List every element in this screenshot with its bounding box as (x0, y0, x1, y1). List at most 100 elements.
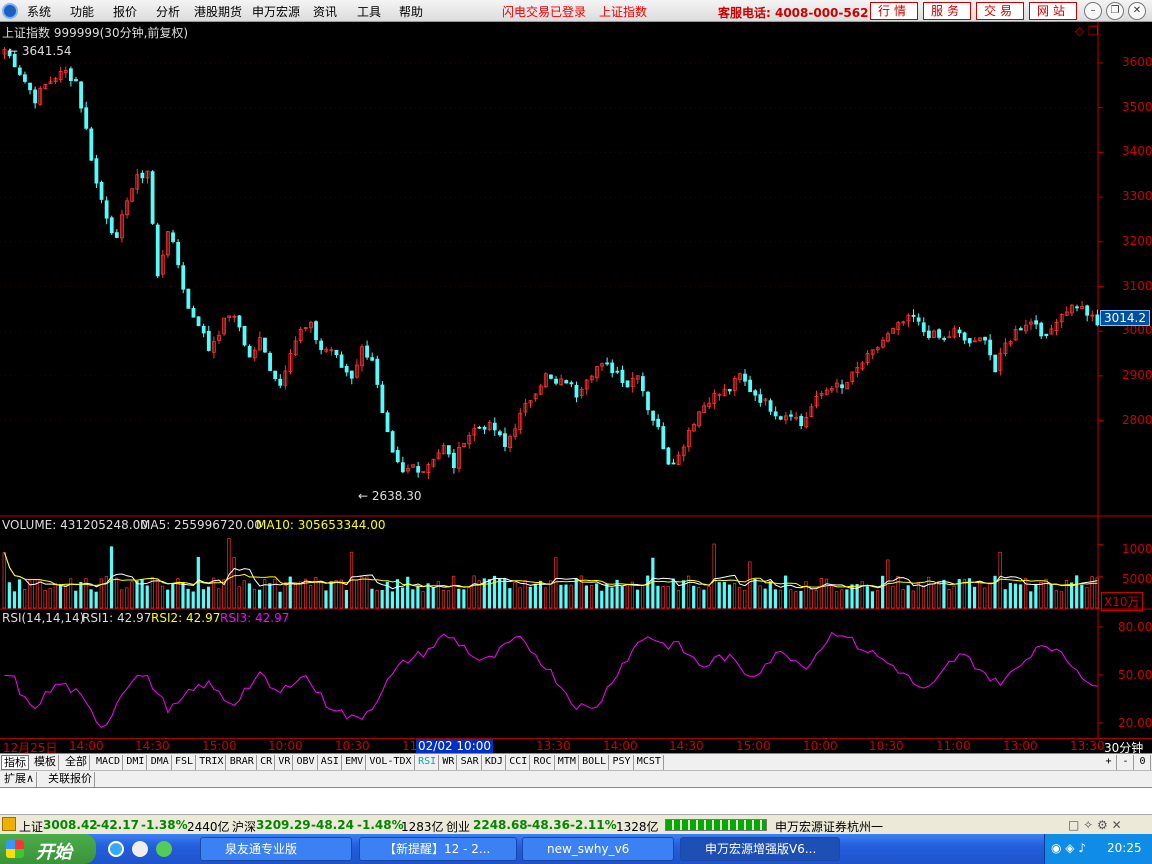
candle-body (911, 314, 916, 317)
sound-icon[interactable] (2, 817, 16, 831)
reset-pane-button[interactable]: 0 (1135, 755, 1151, 770)
volume-bar (983, 587, 987, 609)
indicator-tab-sar[interactable]: SAR (459, 755, 482, 770)
candle-body (1075, 306, 1079, 309)
candle-body (365, 345, 369, 358)
candle-body (620, 369, 625, 383)
candle-body (1085, 305, 1090, 316)
menu-quote[interactable]: 报价 (113, 3, 137, 20)
menu-help[interactable]: 帮助 (399, 3, 423, 20)
indicator-tab-vol-tdx[interactable]: VOL-TDX (367, 755, 415, 770)
trade-button[interactable]: 交易 (976, 2, 1024, 20)
menu-analysis[interactable]: 分析 (156, 3, 180, 20)
volume-bar (799, 590, 803, 609)
system-tray: ◉ ◈ ♪ 20:25 (1044, 834, 1152, 864)
indicator-tab-mtm[interactable]: MTM (556, 755, 579, 770)
app-icon[interactable] (156, 841, 172, 857)
expand-tab[interactable]: 扩展∧ (2, 772, 38, 787)
indicator-tab-psy[interactable]: PSY (611, 755, 634, 770)
sh-value: 3008.42 (43, 818, 98, 832)
volume-bar (120, 589, 124, 609)
time-label: 11:00 (936, 739, 971, 753)
minimize-icon[interactable]: – (1084, 2, 1102, 20)
volume-bar (978, 581, 982, 609)
indicator-tab-kdj[interactable]: KDJ (483, 755, 506, 770)
indicator-tab-fsl[interactable]: FSL (173, 755, 197, 770)
volume-bar (355, 579, 359, 609)
indicator-tab-指标[interactable]: 指标 (1, 755, 29, 770)
tray-icons[interactable]: ◉ ◈ ♪ (1051, 841, 1086, 855)
indicator-tab-macd[interactable]: MACD (94, 755, 124, 770)
website-button[interactable]: 网站 (1029, 2, 1077, 20)
indicator-tab-asi[interactable]: ASI (319, 755, 342, 770)
start-button[interactable]: 开始 (0, 834, 96, 864)
volume-bar (416, 585, 420, 609)
volume-bar (620, 586, 624, 609)
chart-canvas[interactable] (0, 22, 1152, 738)
menu-tools[interactable]: 工具 (357, 3, 381, 20)
indicator-tab-cci[interactable]: CCI (507, 755, 531, 770)
candle-body (926, 330, 931, 339)
indicator-tab-dma[interactable]: DMA (149, 755, 172, 770)
ie-icon[interactable] (108, 841, 124, 857)
volume-bar (38, 579, 42, 609)
browser-icon[interactable] (132, 841, 148, 857)
sh-label: 上证 (19, 820, 44, 834)
indicator-tab-obv[interactable]: OBV (295, 755, 318, 770)
indicator-tab-wr[interactable]: WR (440, 755, 458, 770)
volume-bar (69, 578, 73, 609)
volume-bar (513, 582, 517, 609)
volume-bar (1018, 584, 1023, 609)
high-price-label: ← 3641.54 (8, 44, 72, 58)
indicator-tab-mcst[interactable]: MCST (635, 755, 664, 770)
broker-name: 申万宏源证券杭州一 (775, 820, 884, 834)
task-new-swhy[interactable]: new_swhy_v6 (522, 837, 674, 861)
indicator-tab-roc[interactable]: ROC (532, 755, 555, 770)
task-new-reminder[interactable]: 【新提醒】12 - 2... (359, 837, 517, 861)
candle-body (569, 382, 574, 385)
chart-options-icon[interactable]: ◇ ❐ (1075, 24, 1099, 38)
indicator-tab-cr[interactable]: CR (258, 755, 276, 770)
price-tick: 3200 (1122, 233, 1152, 248)
time-label: 14:00 (69, 739, 104, 753)
volume-bar (74, 590, 78, 609)
volume-bar (324, 590, 328, 609)
task-swhy-enhanced[interactable]: 申万宏源增强版V6... (680, 837, 840, 861)
volume-bar (217, 588, 221, 609)
service-button[interactable]: 服务 (923, 2, 971, 20)
volume-bar (406, 576, 410, 609)
volume-unit: X10万 (1101, 592, 1143, 611)
candle-body (789, 414, 793, 417)
chart-area[interactable]: 上证指数 999999(30分钟,前复权) ◇ ❐ ← 3641.54 ← 26… (0, 22, 1152, 738)
indicator-tab-模板[interactable]: 模板 (32, 755, 59, 770)
task-quanyoutong[interactable]: 泉友通专业版 (200, 837, 352, 861)
restore-icon[interactable]: ❐ (1106, 2, 1124, 20)
quotes-button[interactable]: 行情 (870, 2, 918, 20)
indicator-tab-emv[interactable]: EMV (343, 755, 367, 770)
menu-system[interactable]: 系统 (27, 3, 51, 20)
candle-body (400, 462, 405, 473)
volume-bar (676, 589, 680, 609)
add-pane-button[interactable]: + (1101, 755, 1117, 770)
remove-pane-button[interactable]: - (1118, 755, 1134, 770)
volume-bar (819, 577, 823, 609)
indicator-tab-trix[interactable]: TRIX (197, 755, 227, 770)
menu-news[interactable]: 资讯 (313, 3, 337, 20)
indicator-tab-brar[interactable]: BRAR (228, 755, 257, 770)
menu-hk-futures[interactable]: 港股期货 (194, 3, 242, 20)
indicator-tab-rsi[interactable]: RSI (416, 755, 440, 770)
volume-bar (972, 586, 977, 609)
related-quotes-tab[interactable]: 关联报价 (46, 772, 95, 787)
candle-body (574, 384, 579, 398)
candle-body (549, 374, 553, 379)
menu-swhy[interactable]: 申万宏源 (252, 3, 300, 20)
indicator-tab-dmi[interactable]: DMI (124, 755, 148, 770)
indicator-tab-boll[interactable]: BOLL (580, 755, 610, 770)
volume-bar (829, 585, 834, 609)
menu-function[interactable]: 功能 (70, 3, 94, 20)
tray-tools-icons[interactable]: □ ✧ ⚙ ✕ (1068, 818, 1122, 832)
volume-bar (43, 590, 47, 609)
indicator-tab-全部[interactable]: 全部 (63, 755, 90, 770)
indicator-tab-vr[interactable]: VR (276, 755, 294, 770)
close-icon[interactable]: ✕ (1128, 2, 1146, 20)
